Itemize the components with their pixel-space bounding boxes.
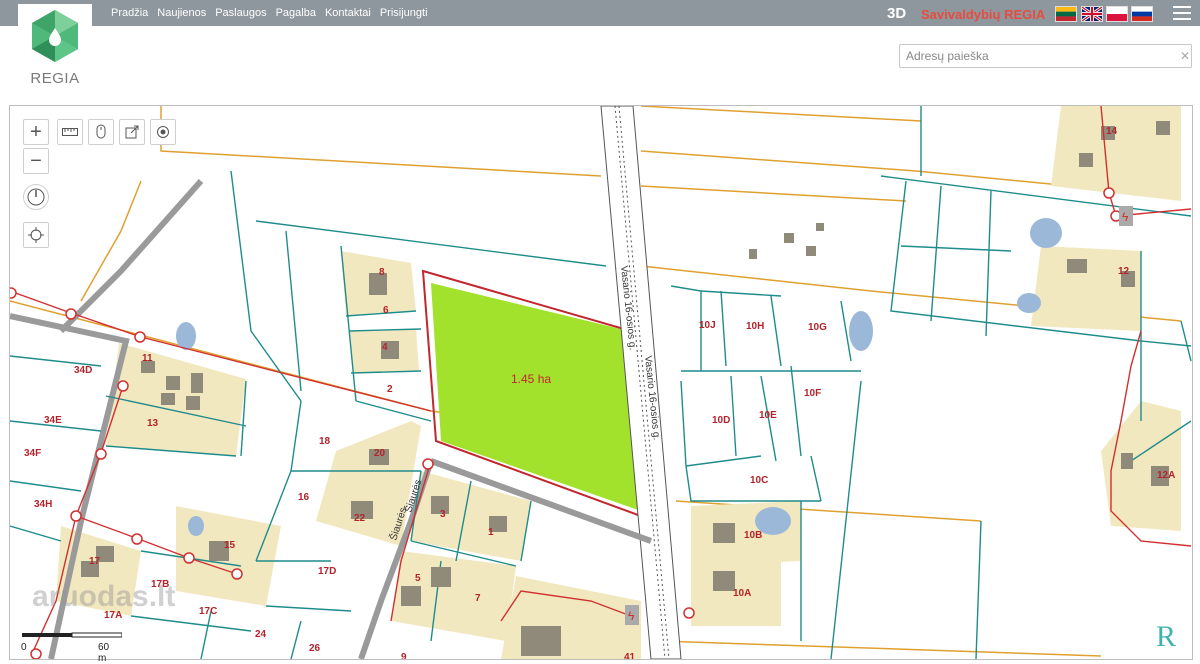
share-button[interactable] [119, 119, 145, 145]
logo[interactable]: REGIA [18, 4, 92, 92]
svg-text:ϟ: ϟ [1122, 210, 1129, 224]
parcel-label: 34E [44, 415, 62, 426]
nav-item-login[interactable]: Prisijungti [380, 7, 428, 19]
scale-bar: 0 60 m [18, 628, 122, 664]
flag-en-icon[interactable] [1081, 6, 1103, 22]
logo-text: REGIA [30, 70, 80, 87]
map-canvas[interactable]: ϟ ϟ 8 6 4 2 11 34D 34E 34F 34H 13 18 20 … [10, 106, 1192, 659]
watermark: aruodas.lt [32, 580, 176, 613]
flag-pl-icon[interactable] [1106, 6, 1128, 22]
parcel-label: 12A [1157, 470, 1175, 481]
parcel-label: 13 [147, 418, 159, 429]
parcel-label: 10C [750, 475, 768, 486]
parcel-label: 26 [309, 643, 321, 654]
map-view[interactable]: ϟ ϟ 8 6 4 2 11 34D 34E 34F 34H 13 18 20 … [9, 105, 1193, 660]
mode-3d-button[interactable]: 3D [887, 5, 906, 22]
crosshair-icon [28, 227, 44, 243]
parcel-label: 10F [804, 388, 821, 399]
parcel-label: 34H [34, 499, 52, 510]
parcel-label: 22 [354, 513, 366, 524]
parcel-label: 7 [475, 593, 481, 604]
locate-target-button[interactable] [150, 119, 176, 145]
parcel-label: 11 [142, 353, 153, 364]
parcel-label: 34D [74, 365, 92, 376]
compass-button[interactable] [23, 184, 49, 210]
svg-text:R: R [1156, 620, 1176, 653]
flag-lt-icon[interactable] [1055, 6, 1077, 22]
hamburger-menu-icon[interactable] [1173, 6, 1191, 20]
parcel-label: 20 [374, 448, 386, 459]
parcel-label: 10H [746, 321, 764, 332]
nav-item-home[interactable]: Pradžia [111, 7, 148, 19]
nav-item-contacts[interactable]: Kontaktai [325, 7, 371, 19]
parcel-label: 41 [624, 652, 636, 659]
parcel-label: 16 [298, 492, 310, 503]
brand-title: Savivaldybių REGIA [921, 7, 1046, 22]
parcel-label: 24 [255, 629, 267, 640]
zoom-out-label: − [30, 150, 42, 172]
parcel-label: 10A [733, 588, 751, 599]
nav-item-help[interactable]: Pagalba [276, 7, 316, 19]
parcel-label: 3 [440, 509, 446, 520]
parcel-label: 34F [24, 448, 41, 459]
zoom-out-button[interactable]: − [23, 148, 49, 174]
parcel-label: 12 [1118, 266, 1130, 277]
share-icon [125, 125, 139, 139]
ruler-icon [62, 128, 78, 136]
parcel-label: 8 [379, 267, 385, 278]
mouse-pointer-icon [96, 124, 106, 139]
rt-logo-icon: R [1156, 620, 1176, 653]
parcel-label: 10B [744, 530, 762, 541]
scale-start-label: 0 [21, 642, 27, 653]
svg-text:ϟ: ϟ [628, 609, 635, 623]
my-location-button[interactable] [23, 222, 49, 248]
area-label: 1.45 ha [511, 372, 551, 386]
measure-tool-button[interactable] [57, 119, 83, 145]
parcel-label: 5 [415, 573, 421, 584]
parcel-label: 9 [401, 652, 407, 659]
address-search-input[interactable] [899, 44, 1192, 68]
identify-tool-button[interactable] [88, 119, 114, 145]
zoom-in-label: + [30, 121, 42, 143]
parcel-label: 17 [89, 556, 101, 567]
parcel-label: 14 [1106, 126, 1118, 137]
flag-ru-icon[interactable] [1131, 6, 1153, 22]
parcel-label: 10J [699, 320, 716, 331]
parcel-label: 10E [759, 410, 777, 421]
parcel-label: 17D [318, 566, 336, 577]
main-nav: Pradžia Naujienos Paslaugos Pagalba Kont… [111, 0, 437, 26]
parcel-label: 10G [808, 322, 827, 333]
clear-search-icon[interactable]: ✕ [1180, 49, 1190, 63]
nav-item-news[interactable]: Naujienos [157, 7, 206, 19]
parcel-label: 18 [319, 436, 331, 447]
target-icon [157, 126, 169, 138]
nav-item-services[interactable]: Paslaugos [215, 7, 266, 19]
parcel-label: 2 [387, 384, 393, 395]
scale-bar-graphic [22, 632, 122, 638]
parcel-label: 17C [199, 606, 217, 617]
parcel-label: 15 [224, 540, 236, 551]
zoom-in-button[interactable]: + [23, 119, 49, 145]
compass-icon [27, 188, 45, 206]
regia-logo-icon [32, 10, 78, 62]
parcel-label: 1 [488, 527, 494, 538]
parcel-label: 10D [712, 415, 730, 426]
parcel-label: 4 [382, 342, 388, 353]
parcel-label: 6 [383, 305, 389, 316]
